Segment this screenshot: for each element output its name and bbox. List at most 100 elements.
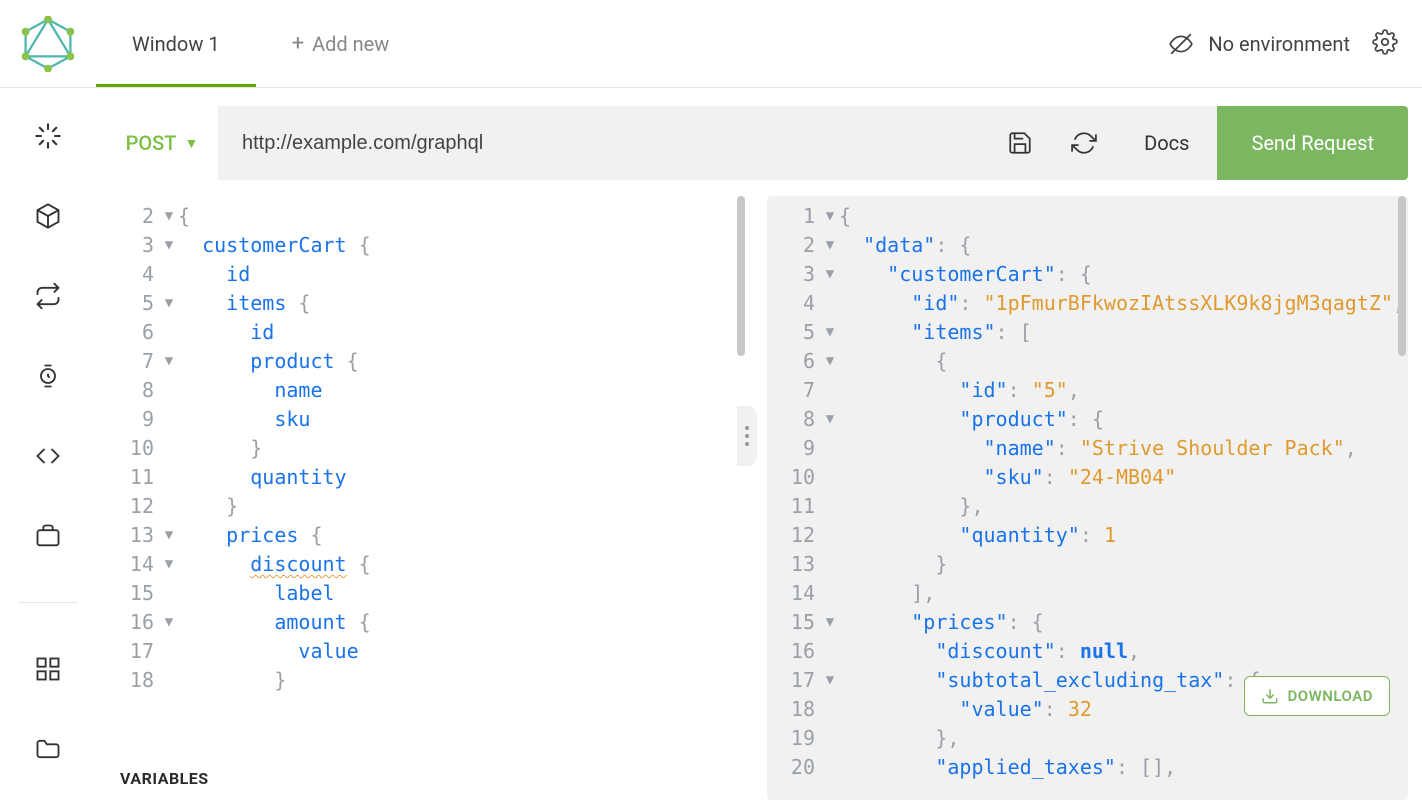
fold-toggle bbox=[821, 550, 839, 579]
fold-toggle[interactable]: ▼ bbox=[160, 550, 178, 579]
rail-loading-icon[interactable] bbox=[34, 122, 62, 150]
rail-separator bbox=[18, 602, 78, 603]
settings-button[interactable] bbox=[1372, 29, 1398, 59]
fold-toggle bbox=[821, 492, 839, 521]
tab-add-new[interactable]: + Add new bbox=[256, 0, 426, 87]
line-number: 15 bbox=[781, 608, 821, 637]
save-request-button[interactable] bbox=[988, 106, 1052, 180]
reload-schema-button[interactable] bbox=[1052, 106, 1116, 180]
code-content: label bbox=[178, 579, 335, 608]
code-line: 10 } bbox=[106, 434, 747, 463]
line-number: 8 bbox=[120, 376, 160, 405]
line-number: 18 bbox=[120, 666, 160, 695]
code-line: 7▼ product { bbox=[106, 347, 747, 376]
fold-toggle bbox=[160, 463, 178, 492]
line-number: 18 bbox=[781, 695, 821, 724]
code-content: sku bbox=[178, 405, 310, 434]
app-body: POST ▼ Docs Send Request 2▼{3▼ custom bbox=[0, 88, 1422, 800]
line-number: 2 bbox=[120, 202, 160, 231]
code-line: 4 id bbox=[106, 260, 747, 289]
http-method-selector[interactable]: POST ▼ bbox=[106, 106, 218, 180]
rail-grid-icon[interactable] bbox=[34, 655, 62, 683]
fold-toggle[interactable]: ▼ bbox=[160, 202, 178, 231]
fold-toggle[interactable]: ▼ bbox=[821, 318, 839, 347]
code-content: } bbox=[839, 550, 947, 579]
rail-code-icon[interactable] bbox=[34, 442, 62, 470]
code-line: 6▼ { bbox=[767, 347, 1408, 376]
rail-folder-icon[interactable] bbox=[34, 735, 62, 763]
fold-toggle[interactable]: ▼ bbox=[160, 521, 178, 550]
line-number: 8 bbox=[781, 405, 821, 434]
docs-label: Docs bbox=[1144, 131, 1189, 155]
download-response-button[interactable]: DOWNLOAD bbox=[1244, 676, 1390, 716]
code-line: 5▼ "items": [ bbox=[767, 318, 1408, 347]
response-pane: 1▼{2▼ "data": {3▼ "customerCart": {4 "id… bbox=[767, 196, 1408, 800]
app-logo bbox=[0, 16, 96, 72]
code-content: "customerCart": { bbox=[839, 260, 1092, 289]
fold-toggle bbox=[821, 376, 839, 405]
code-line: 14▼ discount { bbox=[106, 550, 747, 579]
editors-row: 2▼{3▼ customerCart {4 id5▼ items {6 id7▼… bbox=[106, 196, 1408, 800]
rail-watch-icon[interactable] bbox=[34, 362, 62, 390]
fold-toggle bbox=[160, 318, 178, 347]
fold-toggle[interactable]: ▼ bbox=[160, 608, 178, 637]
fold-toggle bbox=[160, 492, 178, 521]
download-label: DOWNLOAD bbox=[1287, 687, 1373, 705]
top-bar: Window 1 + Add new No environment bbox=[0, 0, 1422, 88]
rail-repeat-icon[interactable] bbox=[34, 282, 62, 310]
pane-resize-handle[interactable] bbox=[737, 406, 757, 466]
code-line: 13 } bbox=[767, 550, 1408, 579]
line-number: 12 bbox=[781, 521, 821, 550]
fold-toggle[interactable]: ▼ bbox=[821, 666, 839, 695]
fold-toggle[interactable]: ▼ bbox=[821, 202, 839, 231]
add-new-label: Add new bbox=[312, 32, 389, 56]
fold-toggle[interactable]: ▼ bbox=[821, 260, 839, 289]
code-line: 19 }, bbox=[767, 724, 1408, 753]
fold-toggle[interactable]: ▼ bbox=[821, 347, 839, 376]
code-content: }, bbox=[839, 492, 984, 521]
line-number: 13 bbox=[781, 550, 821, 579]
rail-cube-icon[interactable] bbox=[34, 202, 62, 230]
code-content: product { bbox=[178, 347, 359, 376]
fold-toggle bbox=[821, 434, 839, 463]
line-number: 1 bbox=[781, 202, 821, 231]
fold-toggle[interactable]: ▼ bbox=[160, 231, 178, 260]
rail-briefcase-icon[interactable] bbox=[34, 522, 62, 550]
line-number: 5 bbox=[120, 289, 160, 318]
side-rail bbox=[0, 88, 96, 800]
fold-toggle bbox=[160, 376, 178, 405]
line-number: 12 bbox=[120, 492, 160, 521]
send-request-button[interactable]: Send Request bbox=[1217, 106, 1408, 180]
code-content: "sku": "24-MB04" bbox=[839, 463, 1176, 492]
code-line: 3▼ "customerCart": { bbox=[767, 260, 1408, 289]
fold-toggle[interactable]: ▼ bbox=[160, 289, 178, 318]
code-content: value bbox=[178, 637, 359, 666]
send-label: Send Request bbox=[1251, 131, 1374, 155]
environment-selector[interactable]: No environment bbox=[1168, 31, 1350, 57]
variables-section-header[interactable]: VARIABLES bbox=[106, 761, 747, 800]
line-number: 20 bbox=[781, 753, 821, 782]
code-line: 13▼ prices { bbox=[106, 521, 747, 550]
fold-toggle[interactable]: ▼ bbox=[821, 405, 839, 434]
query-editor[interactable]: 2▼{3▼ customerCart {4 id5▼ items {6 id7▼… bbox=[106, 196, 747, 761]
line-number: 3 bbox=[781, 260, 821, 289]
chevron-down-icon: ▼ bbox=[184, 135, 198, 152]
docs-button[interactable]: Docs bbox=[1116, 106, 1217, 180]
gear-icon bbox=[1372, 29, 1398, 55]
code-line: 8▼ "product": { bbox=[767, 405, 1408, 434]
code-line: 12 "quantity": 1 bbox=[767, 521, 1408, 550]
graphql-logo-icon bbox=[20, 16, 76, 72]
code-content: { bbox=[178, 202, 190, 231]
line-number: 6 bbox=[781, 347, 821, 376]
code-content: "id": "5", bbox=[839, 376, 1080, 405]
endpoint-url-input[interactable] bbox=[218, 106, 988, 180]
code-line: 9 sku bbox=[106, 405, 747, 434]
code-content: "quantity": 1 bbox=[839, 521, 1116, 550]
tab-window-1[interactable]: Window 1 bbox=[96, 0, 256, 87]
fold-toggle[interactable]: ▼ bbox=[821, 231, 839, 260]
line-number: 7 bbox=[120, 347, 160, 376]
fold-toggle[interactable]: ▼ bbox=[821, 608, 839, 637]
code-line: 2▼{ bbox=[106, 202, 747, 231]
fold-toggle[interactable]: ▼ bbox=[160, 347, 178, 376]
code-line: 7 "id": "5", bbox=[767, 376, 1408, 405]
